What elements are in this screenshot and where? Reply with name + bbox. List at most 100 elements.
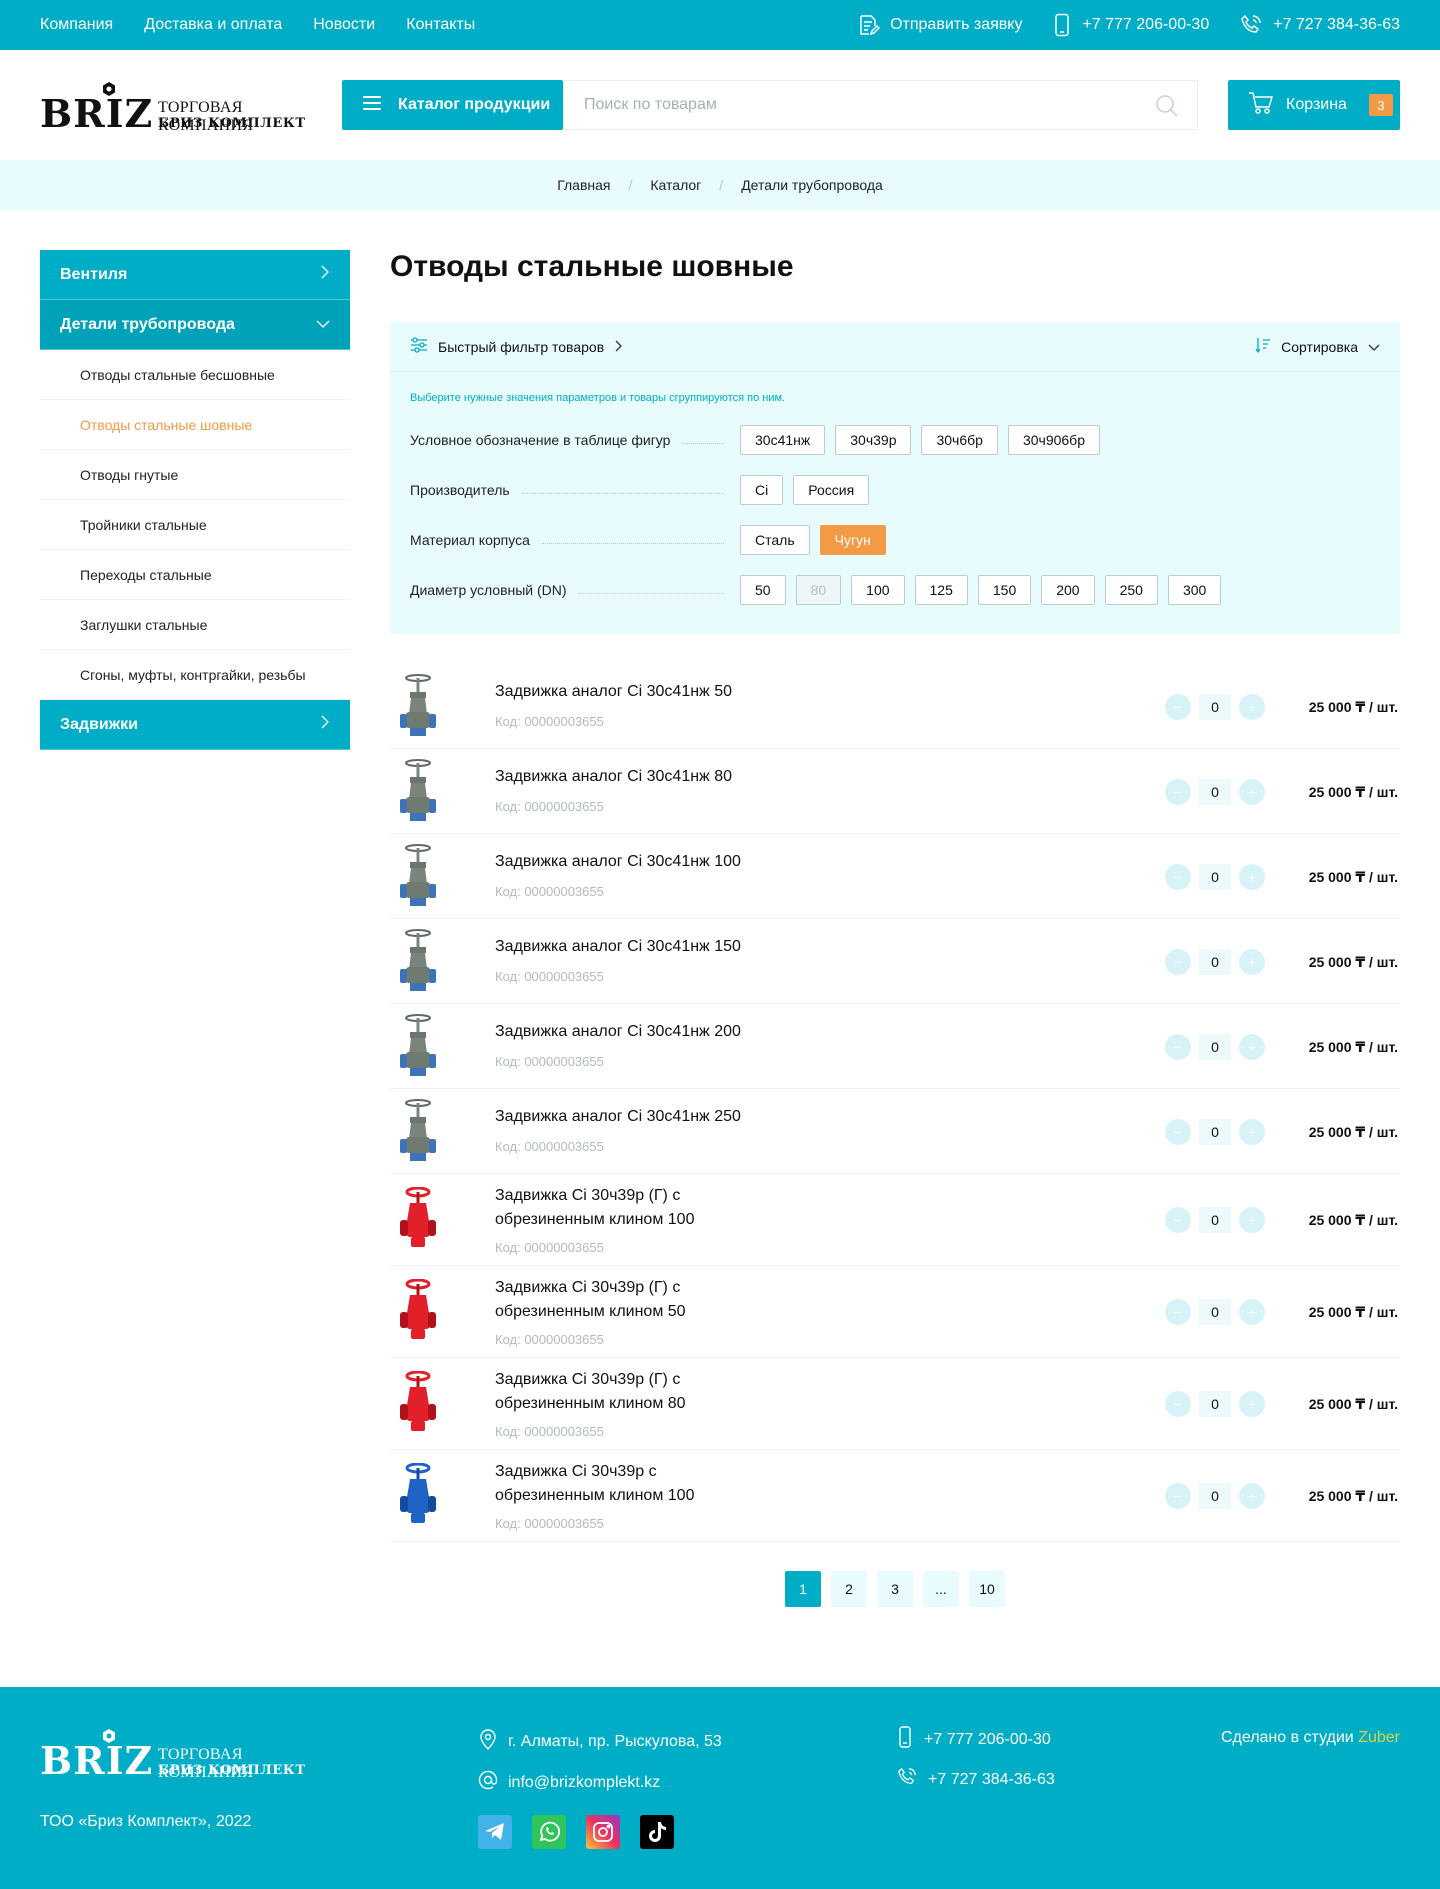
product-name[interactable]: Задвижка Ci 30ч39р (Г) с обрезиненным кл…: [495, 1184, 755, 1232]
increase-button[interactable]: +: [1239, 1483, 1265, 1509]
product-name[interactable]: Задвижка аналог Ci 30с41нж 50: [495, 680, 755, 704]
product-name[interactable]: Задвижка аналог Ci 30с41нж 150: [495, 935, 755, 959]
decrease-button[interactable]: −: [1165, 1483, 1191, 1509]
page-button[interactable]: 3: [877, 1571, 913, 1607]
filter-chip[interactable]: 125: [914, 575, 968, 605]
sort-dropdown[interactable]: Сортировка: [1255, 337, 1380, 356]
top-phone-landline[interactable]: +7 727 384-36-63: [1239, 13, 1400, 37]
valve-image[interactable]: [398, 1278, 438, 1350]
footer-phone-landline[interactable]: +7 727 384-36-63: [896, 1766, 1055, 1793]
whatsapp-icon[interactable]: [532, 1815, 566, 1849]
filter-chip[interactable]: Россия: [793, 475, 870, 505]
breadcrumb-catalog[interactable]: Каталог: [650, 177, 701, 193]
valve-image[interactable]: [398, 1098, 438, 1170]
instagram-icon[interactable]: [586, 1815, 620, 1849]
sidebar-section-valves[interactable]: Вентиля: [40, 250, 350, 300]
sidebar-subitem[interactable]: Отводы гнутые: [40, 450, 350, 500]
valve-image[interactable]: [398, 1186, 438, 1258]
valve-image[interactable]: [398, 758, 438, 830]
increase-button[interactable]: +: [1239, 1118, 1265, 1145]
filter-chip[interactable]: 30ч39р: [835, 425, 912, 455]
quantity-value[interactable]: 0: [1199, 1118, 1231, 1145]
increase-button[interactable]: +: [1239, 693, 1265, 720]
product-name[interactable]: Задвижка аналог Ci 30с41нж 100: [495, 850, 755, 874]
quantity-value[interactable]: 0: [1199, 1207, 1231, 1233]
quantity-value[interactable]: 0: [1199, 1391, 1231, 1417]
breadcrumb-home[interactable]: Главная: [557, 177, 610, 193]
tiktok-icon[interactable]: [640, 1815, 674, 1849]
nav-delivery[interactable]: Доставка и оплата: [144, 16, 282, 34]
quantity-value[interactable]: 0: [1199, 863, 1231, 890]
footer-email[interactable]: info@brizkomplekt.kz: [478, 1770, 660, 1795]
quantity-value[interactable]: 0: [1199, 1483, 1231, 1509]
telegram-icon[interactable]: [478, 1815, 512, 1849]
catalog-button[interactable]: Каталог продукции: [342, 80, 563, 130]
top-phone-mobile[interactable]: +7 777 206-00-30: [1052, 13, 1209, 37]
send-request-link[interactable]: Отправить заявку: [856, 13, 1022, 37]
valve-image[interactable]: [398, 1370, 438, 1442]
decrease-button[interactable]: −: [1165, 1033, 1191, 1060]
valve-image[interactable]: [398, 1013, 438, 1085]
footer-logo[interactable]: BRIZ ТОРГОВАЯ КОМПАНИЯ БРИЗ КОМПЛЕКТ: [40, 1729, 313, 1781]
filter-chip[interactable]: 30ч906бр: [1007, 425, 1100, 455]
filter-chip[interactable]: 80: [795, 575, 842, 605]
quantity-value[interactable]: 0: [1199, 778, 1231, 805]
decrease-button[interactable]: −: [1165, 948, 1191, 975]
sidebar-subitem[interactable]: Сгоны, муфты, контргайки, резьбы: [40, 650, 350, 700]
filter-chip[interactable]: 30с41нж: [740, 425, 826, 455]
increase-button[interactable]: +: [1239, 948, 1265, 975]
decrease-button[interactable]: −: [1165, 1207, 1191, 1233]
increase-button[interactable]: +: [1239, 863, 1265, 890]
sidebar-subitem[interactable]: Тройники стальные: [40, 500, 350, 550]
sidebar-section-pipe-parts[interactable]: Детали трубопровода: [40, 300, 350, 350]
quantity-value[interactable]: 0: [1199, 693, 1231, 720]
page-button[interactable]: ...: [923, 1571, 959, 1607]
quantity-value[interactable]: 0: [1199, 1033, 1231, 1060]
increase-button[interactable]: +: [1239, 1033, 1265, 1060]
sidebar-section-gate-valves[interactable]: Задвижки: [40, 700, 350, 750]
increase-button[interactable]: +: [1239, 1391, 1265, 1417]
filter-chip[interactable]: 50: [740, 575, 786, 605]
page-button[interactable]: 2: [831, 1571, 867, 1607]
search-icon[interactable]: [1155, 94, 1179, 123]
sidebar-subitem[interactable]: Отводы стальные шовные: [40, 400, 350, 450]
decrease-button[interactable]: −: [1165, 863, 1191, 890]
increase-button[interactable]: +: [1239, 1207, 1265, 1233]
valve-image[interactable]: [398, 1462, 438, 1534]
increase-button[interactable]: +: [1239, 778, 1265, 805]
filter-chip[interactable]: Сталь: [740, 525, 810, 555]
sidebar-subitem[interactable]: Переходы стальные: [40, 550, 350, 600]
filter-chip[interactable]: Чугун: [819, 525, 886, 555]
page-button[interactable]: 10: [969, 1571, 1005, 1607]
filter-chip[interactable]: 300: [1167, 575, 1222, 605]
cart-button[interactable]: Корзина 3: [1228, 80, 1400, 130]
product-name[interactable]: Задвижка Ci 30ч39р (Г) с обрезиненным кл…: [495, 1276, 755, 1324]
product-name[interactable]: Задвижка аналог Ci 30с41нж 200: [495, 1020, 755, 1044]
valve-image[interactable]: [398, 673, 438, 745]
sidebar-subitem[interactable]: Отводы стальные бесшовные: [40, 350, 350, 400]
decrease-button[interactable]: −: [1165, 1391, 1191, 1417]
sidebar-subitem[interactable]: Заглушки стальные: [40, 600, 350, 650]
decrease-button[interactable]: −: [1165, 1299, 1191, 1325]
valve-image[interactable]: [398, 843, 438, 915]
decrease-button[interactable]: −: [1165, 1118, 1191, 1145]
logo[interactable]: BRIZ ТОРГОВАЯ КОМПАНИЯ БРИЗ КОМПЛЕКТ: [40, 82, 313, 134]
product-name[interactable]: Задвижка аналог Ci 30с41нж 80: [495, 765, 755, 789]
quantity-value[interactable]: 0: [1199, 1299, 1231, 1325]
search-input[interactable]: [584, 96, 1197, 114]
decrease-button[interactable]: −: [1165, 693, 1191, 720]
product-name[interactable]: Задвижка аналог Ci 30с41нж 250: [495, 1105, 755, 1129]
nav-company[interactable]: Компания: [40, 16, 113, 34]
increase-button[interactable]: +: [1239, 1299, 1265, 1325]
footer-phone-mobile[interactable]: +7 777 206-00-30: [896, 1726, 1051, 1753]
valve-image[interactable]: [398, 928, 438, 1000]
filter-chip[interactable]: 30ч6бр: [921, 425, 998, 455]
filter-chip[interactable]: 200: [1041, 575, 1095, 605]
quick-filter-toggle[interactable]: Быстрый фильтр товаров: [410, 337, 623, 356]
nav-news[interactable]: Новости: [313, 16, 375, 34]
filter-chip[interactable]: 100: [851, 575, 905, 605]
page-button[interactable]: 1: [785, 1571, 821, 1607]
product-name[interactable]: Задвижка Ci 30ч39р с обрезиненным клином…: [495, 1460, 755, 1508]
filter-chip[interactable]: 150: [977, 575, 1032, 605]
decrease-button[interactable]: −: [1165, 778, 1191, 805]
